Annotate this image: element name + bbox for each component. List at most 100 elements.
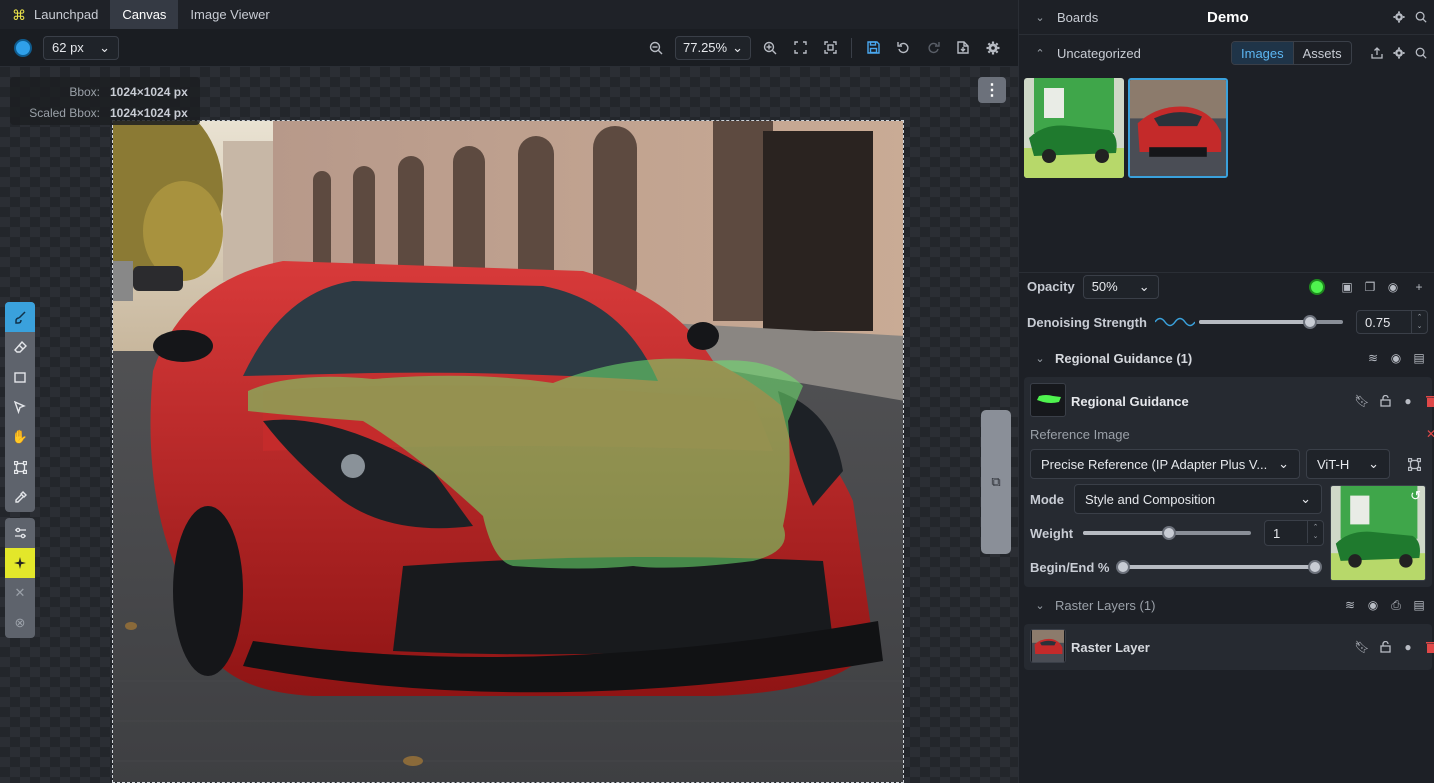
begin-slider-knob[interactable] xyxy=(1116,560,1130,574)
chevron-down-icon: ⌄ xyxy=(732,39,743,55)
denoising-slider-knob[interactable] xyxy=(1303,315,1317,329)
fit-bbox-icon[interactable] xyxy=(819,37,841,59)
cancel-circle-icon[interactable]: ⊗ xyxy=(5,608,35,638)
delete-trash-icon[interactable] xyxy=(1421,391,1434,411)
remove-reference-x-icon[interactable]: ✕ xyxy=(1421,424,1434,444)
transform-tool-icon[interactable] xyxy=(5,452,35,482)
tab-canvas[interactable]: Canvas xyxy=(110,0,179,29)
boards-label: Boards xyxy=(1057,9,1099,25)
add-plus-icon[interactable]: + xyxy=(1409,277,1429,297)
chevron-up-icon: ⌃ xyxy=(1035,47,1045,60)
magic-wand-icon[interactable] xyxy=(5,548,35,578)
bbox-row: Bbox: 1024×1024 px xyxy=(18,82,192,103)
denoising-input[interactable]: 0.75 ⌃ ⌄ xyxy=(1356,310,1428,334)
mode-label: Mode xyxy=(1030,492,1064,507)
bookmark-icon[interactable]: 🔖︎ xyxy=(1352,637,1372,657)
chevron-down-icon: ⌄ xyxy=(1138,278,1150,294)
weight-slider[interactable] xyxy=(1083,526,1251,540)
begin-end-slider-fill xyxy=(1118,565,1320,569)
board-search-icon[interactable] xyxy=(1411,7,1431,27)
zoom-in-icon[interactable] xyxy=(759,37,781,59)
bookmark-icon[interactable]: 🔖︎ xyxy=(1352,391,1372,411)
bbox-info-overlay: Bbox: 1024×1024 px Scaled Bbox: 1024×102… xyxy=(10,77,200,125)
hand-pan-tool-icon[interactable]: ✋ xyxy=(5,422,35,452)
car-photo-image xyxy=(113,121,903,782)
boards-header[interactable]: ⌄ Boards Demo xyxy=(1019,0,1434,35)
toggle-panel-handle[interactable]: ⧉ xyxy=(981,410,1011,554)
toggle-enabled-dot-icon[interactable]: ● xyxy=(1398,391,1418,411)
add-layer-icon[interactable]: ▤ xyxy=(1409,595,1429,615)
clip-vision-select[interactable]: ViT-H ⌄ xyxy=(1306,449,1390,479)
image-fit-icon[interactable]: ▣ xyxy=(1337,277,1357,297)
upload-icon[interactable] xyxy=(1367,43,1387,63)
raster-layer-thumbnail[interactable] xyxy=(1030,629,1066,663)
weight-input[interactable]: 1 ⌃ ⌄ xyxy=(1264,520,1324,546)
export-file-icon[interactable] xyxy=(952,37,974,59)
reference-image-preview[interactable]: ↺ xyxy=(1330,485,1426,581)
regional-guidance-header[interactable]: ⌄ Regional Guidance (1) ≋ ◉ ▤ xyxy=(1019,342,1434,374)
copy-layer-icon[interactable]: ❐ xyxy=(1360,277,1380,297)
adjustments-sliders-icon[interactable] xyxy=(5,518,35,548)
eye-visibility-icon[interactable]: ◉ xyxy=(1383,277,1403,297)
brush-color-picker[interactable] xyxy=(14,38,32,57)
gallery-search-icon[interactable] xyxy=(1411,43,1431,63)
uncategorized-header[interactable]: ⌃ Uncategorized Images Assets xyxy=(1019,36,1434,70)
tab-launchpad[interactable]: ⌘ Launchpad xyxy=(0,0,110,29)
undo-icon[interactable] xyxy=(892,37,914,59)
raster-layers-header[interactable]: ⌄ Raster Layers (1) ≋ ◉ ⎙ ▤ xyxy=(1019,589,1434,621)
gallery-thumbnail-selected[interactable] xyxy=(1128,78,1228,178)
brush-tool-icon[interactable] xyxy=(5,302,35,332)
red-car-thumbnail-image xyxy=(1130,80,1226,176)
redo-icon[interactable] xyxy=(922,37,944,59)
tab-image-viewer[interactable]: Image Viewer xyxy=(178,0,281,29)
gallery-thumbnail[interactable] xyxy=(1024,78,1124,178)
ip-adapter-model-select[interactable]: Precise Reference (IP Adapter Plus V... … xyxy=(1030,449,1300,479)
denoising-slider[interactable] xyxy=(1199,315,1343,329)
reset-image-icon[interactable]: ↺ xyxy=(1410,488,1421,504)
images-tab[interactable]: Images xyxy=(1232,42,1294,64)
stepper-icon[interactable]: ⌃ ⌄ xyxy=(1411,311,1427,333)
lock-icon[interactable] xyxy=(1375,637,1395,657)
eye-visibility-icon[interactable]: ◉ xyxy=(1363,595,1383,615)
regional-mask-thumbnail[interactable] xyxy=(1030,383,1066,417)
begin-end-range-slider[interactable] xyxy=(1116,560,1322,574)
move-pointer-tool-icon[interactable] xyxy=(5,392,35,422)
save-icon[interactable] xyxy=(862,37,884,59)
layers-icon[interactable]: ≋ xyxy=(1340,595,1360,615)
raster-layer-card[interactable]: Raster Layer 🔖︎ ● xyxy=(1024,624,1434,670)
mode-select[interactable]: Style and Composition ⌄ xyxy=(1074,484,1322,514)
canvas-menu-kebab-icon[interactable]: ⋮ xyxy=(978,77,1006,103)
tab-canvas-label: Canvas xyxy=(122,7,167,22)
toggle-enabled-dot-icon[interactable]: ● xyxy=(1398,637,1418,657)
layers-icon[interactable]: ≋ xyxy=(1363,348,1383,368)
add-layer-icon[interactable]: ▤ xyxy=(1409,348,1429,368)
bbox-select-icon[interactable] xyxy=(1404,454,1424,474)
delete-trash-icon[interactable] xyxy=(1421,637,1434,657)
opacity-label: Opacity xyxy=(1027,279,1075,294)
canvas-image-bbox[interactable] xyxy=(112,120,904,783)
fill-color-swatch[interactable] xyxy=(1309,278,1325,295)
raster-layers-title: Raster Layers (1) xyxy=(1055,597,1156,613)
eye-visibility-icon[interactable]: ◉ xyxy=(1386,348,1406,368)
export-file-icon[interactable]: ⎙ xyxy=(1386,595,1406,615)
weight-slider-knob[interactable] xyxy=(1162,526,1176,540)
eraser-tool-icon[interactable] xyxy=(5,332,35,362)
rectangle-tool-icon[interactable] xyxy=(5,362,35,392)
denoising-value: 0.75 xyxy=(1365,314,1391,330)
close-x-icon[interactable]: ✕ xyxy=(5,578,35,608)
canvas-stage[interactable]: Bbox: 1024×1024 px Scaled Bbox: 1024×102… xyxy=(0,67,1018,783)
settings-gear-icon[interactable] xyxy=(982,37,1004,59)
eyedropper-tool-icon[interactable] xyxy=(5,482,35,512)
gallery-settings-gear-icon[interactable] xyxy=(1389,43,1409,63)
zoom-out-icon[interactable] xyxy=(645,37,667,59)
zoom-select[interactable]: 77.25% ⌄ xyxy=(675,35,751,60)
stepper-icon[interactable]: ⌃ ⌄ xyxy=(1307,521,1323,543)
assets-tab[interactable]: Assets xyxy=(1294,42,1351,64)
opacity-select[interactable]: 50% ⌄ xyxy=(1082,274,1159,299)
fit-to-screen-icon[interactable] xyxy=(789,37,811,59)
brush-size-select[interactable]: 62 px ⌄ xyxy=(43,35,119,60)
end-slider-knob[interactable] xyxy=(1308,560,1322,574)
lock-icon[interactable] xyxy=(1375,391,1395,411)
bbox-label: Bbox: xyxy=(69,85,100,99)
board-settings-gear-icon[interactable] xyxy=(1389,7,1409,27)
